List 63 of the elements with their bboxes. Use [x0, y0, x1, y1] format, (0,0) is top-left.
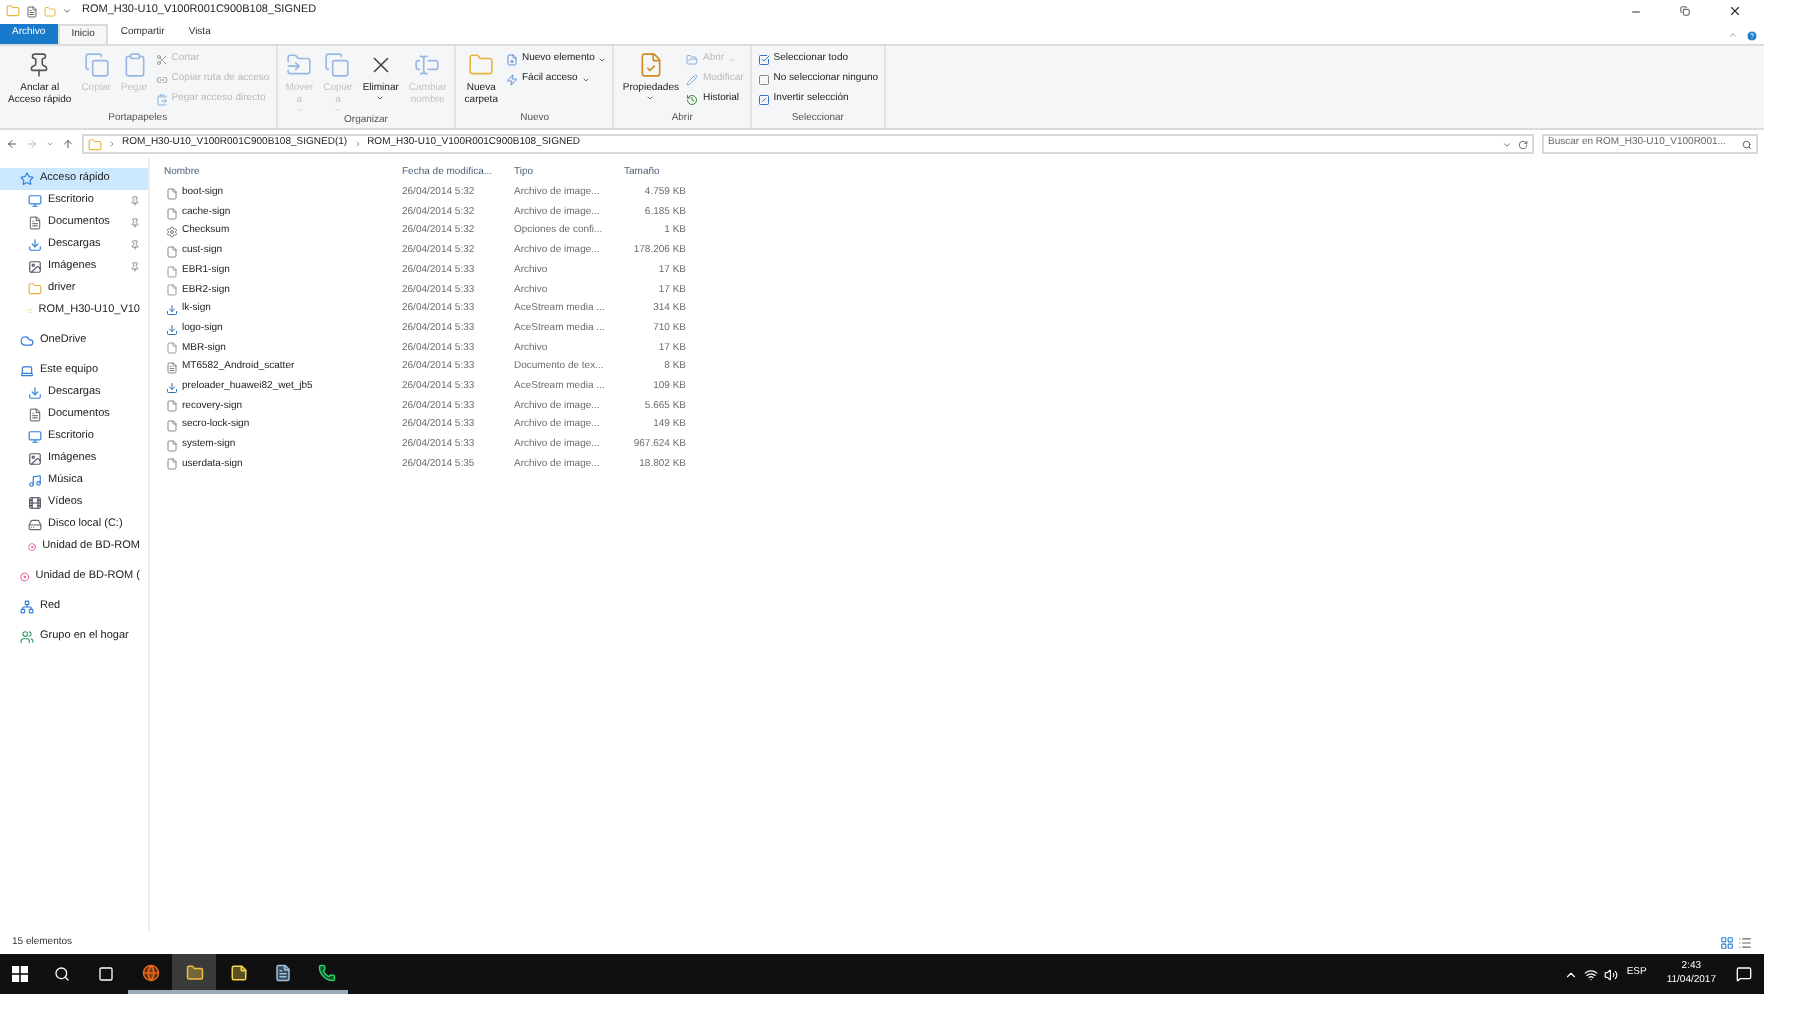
disk-icon	[28, 518, 42, 532]
folder-icon	[468, 52, 495, 78]
folder-arrow-icon	[286, 52, 313, 78]
text-cursor-icon	[414, 52, 441, 78]
star-icon	[20, 172, 34, 186]
task-view-icon[interactable]	[98, 966, 114, 982]
pencil-icon	[686, 74, 699, 86]
up-icon[interactable]	[62, 138, 74, 150]
volume-icon[interactable]	[1604, 967, 1619, 981]
empty-box-icon	[757, 74, 770, 86]
document-check-icon	[637, 52, 664, 78]
desktop-icon	[28, 430, 42, 444]
bdrom-icon	[28, 540, 37, 554]
slashed-box-icon	[757, 94, 770, 106]
refresh-icon[interactable]	[1518, 139, 1528, 149]
folder-icon	[185, 963, 203, 981]
images-icon	[28, 260, 42, 274]
copy-icon	[324, 52, 351, 78]
docs-icon	[28, 408, 42, 422]
document-icon	[273, 963, 291, 981]
sticky-note-icon	[229, 963, 247, 981]
folder-icon	[6, 4, 20, 18]
video-icon	[28, 496, 42, 510]
globe-icon	[141, 963, 159, 981]
new-file-icon	[505, 54, 518, 66]
caret-icon[interactable]	[1502, 139, 1512, 149]
network-icon[interactable]	[1584, 967, 1599, 981]
restore-icon[interactable]	[1680, 6, 1690, 16]
list-view-icon[interactable]	[1738, 936, 1752, 950]
history-icon	[686, 94, 699, 106]
clipboard-icon	[121, 52, 148, 78]
caret-icon[interactable]	[62, 6, 72, 16]
details-view-icon[interactable]	[1720, 936, 1734, 950]
checked-box-icon	[757, 54, 770, 66]
minimize-icon[interactable]	[1630, 5, 1642, 17]
cloud-icon	[20, 334, 34, 348]
phone-icon	[317, 963, 335, 981]
pin-icon	[26, 52, 53, 78]
folder-icon	[28, 282, 42, 296]
close-icon[interactable]	[1728, 4, 1742, 18]
desktop-icon	[28, 194, 42, 208]
copy-icon	[83, 52, 110, 78]
download-icon	[28, 386, 42, 400]
scissors-icon	[155, 54, 168, 66]
lightning-icon	[505, 74, 518, 86]
back-icon[interactable]	[6, 138, 18, 150]
paste-icon	[155, 94, 168, 106]
chevron-up-icon[interactable]	[1564, 967, 1579, 981]
open-folder-icon	[686, 54, 699, 66]
notifications-icon[interactable]	[1736, 966, 1752, 982]
network-icon	[20, 600, 34, 614]
taskbar-app[interactable]	[172, 954, 216, 994]
pc-icon	[20, 364, 34, 378]
images-icon	[28, 452, 42, 466]
folder-icon	[88, 137, 102, 151]
music-icon	[28, 474, 42, 488]
help-icon[interactable]	[1746, 30, 1758, 42]
download-icon	[28, 238, 42, 252]
docs-icon	[28, 216, 42, 230]
homegroup-icon	[20, 630, 34, 644]
bdrom-icon	[20, 570, 30, 584]
properties-icon[interactable]	[26, 5, 38, 17]
link-icon	[155, 74, 168, 86]
